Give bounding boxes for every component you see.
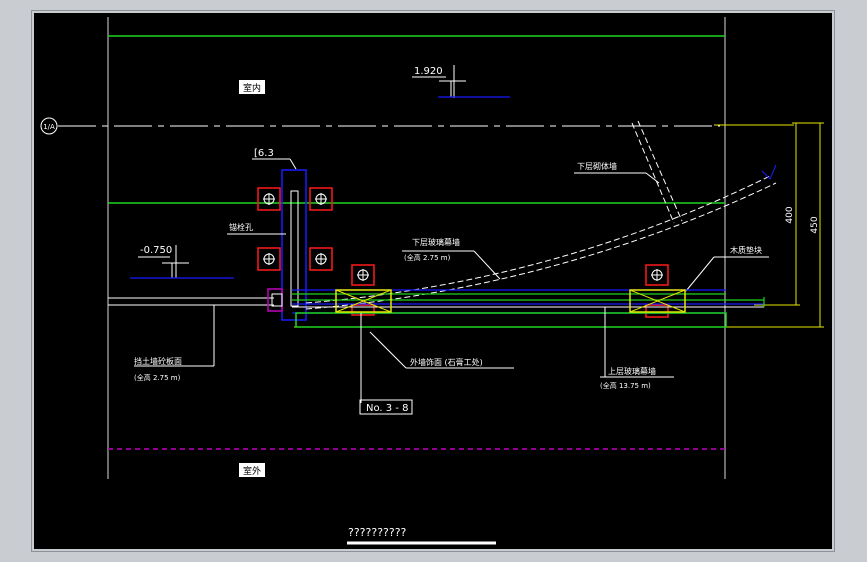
connection-plate bbox=[267, 288, 283, 312]
cornice-sub: (全高 2.75 m) bbox=[134, 373, 181, 382]
room-out-label: 室外 bbox=[243, 465, 261, 477]
elevation-lower: -0.750 bbox=[140, 245, 172, 256]
elevation-upper: 1.920 bbox=[414, 66, 443, 77]
anchor-bolt-5 bbox=[351, 264, 375, 286]
dashed-hinged-panel-b bbox=[637, 120, 683, 222]
ext-wall-leader bbox=[369, 331, 407, 369]
cad-drawing: 室内 1.920 1/A 400 450 [6.3 锚栓孔 -0.750 下层砌… bbox=[40, 17, 824, 545]
anchor-bolt-6 bbox=[645, 264, 669, 286]
dim-450-label: 450 bbox=[810, 216, 820, 233]
dim-400-label: 400 bbox=[785, 206, 795, 223]
lower-panel-leader2 bbox=[473, 250, 501, 280]
upper-panel-sub: (全高 13.75 m) bbox=[600, 381, 651, 390]
lower-panel-sub: (全高 2.75 m) bbox=[404, 253, 451, 262]
lower-panel-label: 下层玻璃幕墙 bbox=[412, 237, 460, 247]
room-in-label: 室内 bbox=[243, 82, 261, 94]
anchor-bolt-label: 锚栓孔 bbox=[229, 222, 253, 232]
steel-channel bbox=[281, 169, 307, 321]
cad-drawing-viewport[interactable]: 室内 1.920 1/A 400 450 [6.3 锚栓孔 -0.750 下层砌… bbox=[34, 13, 832, 549]
ext-wall-label: 外墙饰面 (石膏工处) bbox=[410, 357, 483, 367]
dashed-curve-upper bbox=[305, 174, 773, 304]
detail-ref-label: No. 3 - 8 bbox=[366, 403, 408, 414]
anchor-bolt-4 bbox=[309, 247, 333, 271]
wood-block-right bbox=[629, 289, 686, 313]
steel-channel-inner bbox=[290, 190, 299, 307]
anchor-bolt-1 bbox=[257, 187, 281, 211]
connection-plate-inner bbox=[271, 293, 283, 307]
anchor-bolt-3 bbox=[257, 247, 281, 271]
wood-strip-label: 木质垫块 bbox=[730, 245, 762, 255]
drawing-caption: ?????????? bbox=[348, 526, 407, 539]
channel-label: [6.3 bbox=[254, 148, 274, 159]
upper-panel-label: 上层玻璃幕墙 bbox=[608, 366, 656, 376]
channel-leader2 bbox=[289, 158, 297, 170]
wood-strip-leader2 bbox=[685, 256, 715, 292]
anchor-bolt-2 bbox=[309, 187, 333, 211]
cornice-label: 挡土墙砼板面 bbox=[134, 356, 182, 366]
axis-marker-label: 1/A bbox=[43, 123, 55, 131]
lower-wall-label: 下层砌体墙 bbox=[577, 161, 617, 171]
